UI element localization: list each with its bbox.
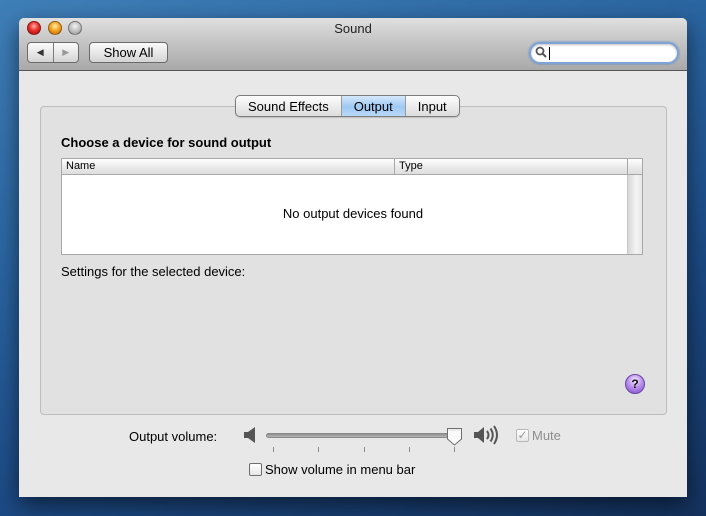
tab-output[interactable]: Output: [341, 96, 406, 116]
table-scrollbar[interactable]: [627, 175, 642, 254]
slider-thumb[interactable]: [446, 427, 463, 446]
question-mark-icon: ?: [631, 377, 639, 391]
mute-label: Mute: [532, 428, 561, 443]
show-volume-in-menu-bar-checkbox[interactable]: Show volume in menu bar: [249, 462, 415, 477]
output-volume-label: Output volume:: [129, 429, 218, 444]
sound-preferences-window: Sound ◀ ▶ Show All Sound Effects Output …: [19, 18, 687, 497]
tab-panel: [40, 106, 667, 415]
back-arrow-icon: ◀: [36, 47, 44, 57]
slider-tick: [318, 447, 320, 452]
back-button[interactable]: ◀: [28, 43, 53, 62]
forward-button[interactable]: ▶: [52, 43, 79, 62]
tab-input[interactable]: Input: [406, 96, 459, 116]
slider-tick: [408, 447, 410, 452]
navigation-buttons: ◀ ▶: [27, 42, 79, 63]
table-header: Name Type: [62, 159, 642, 175]
help-button[interactable]: ?: [625, 374, 645, 394]
slider-track[interactable]: [266, 433, 461, 438]
forward-arrow-icon: ▶: [62, 47, 70, 57]
output-device-table[interactable]: Name Type No output devices found: [61, 158, 643, 255]
mute-checkbox[interactable]: ✓ Mute: [516, 428, 561, 443]
search-input[interactable]: [549, 45, 669, 61]
tab-bar: Sound Effects Output Input: [235, 95, 460, 117]
checkmark-icon: ✓: [517, 428, 528, 442]
show-all-button[interactable]: Show All: [89, 42, 168, 63]
toolbar: Sound ◀ ▶ Show All: [19, 18, 687, 71]
show-volume-in-menu-bar-label: Show volume in menu bar: [265, 462, 416, 477]
output-device-heading: Choose a device for sound output: [61, 135, 272, 150]
slider-tick: [454, 447, 455, 452]
window-title: Sound: [334, 21, 372, 36]
search-field[interactable]: [529, 42, 679, 64]
slider-tick: [273, 447, 274, 452]
mute-checkbox-box[interactable]: ✓: [516, 429, 529, 442]
output-volume-slider[interactable]: [266, 428, 462, 458]
search-icon: [535, 46, 547, 61]
slider-tick: [363, 447, 365, 452]
speaker-high-icon[interactable]: [473, 424, 503, 449]
column-header-type[interactable]: Type: [395, 159, 628, 174]
device-settings-label: Settings for the selected device:: [61, 264, 246, 279]
column-header-name[interactable]: Name: [62, 159, 395, 174]
tab-sound-effects[interactable]: Sound Effects: [236, 96, 342, 116]
speaker-low-icon[interactable]: [243, 426, 259, 447]
empty-table-message: No output devices found: [282, 206, 424, 221]
menu-bar-checkbox-box[interactable]: [249, 463, 262, 476]
